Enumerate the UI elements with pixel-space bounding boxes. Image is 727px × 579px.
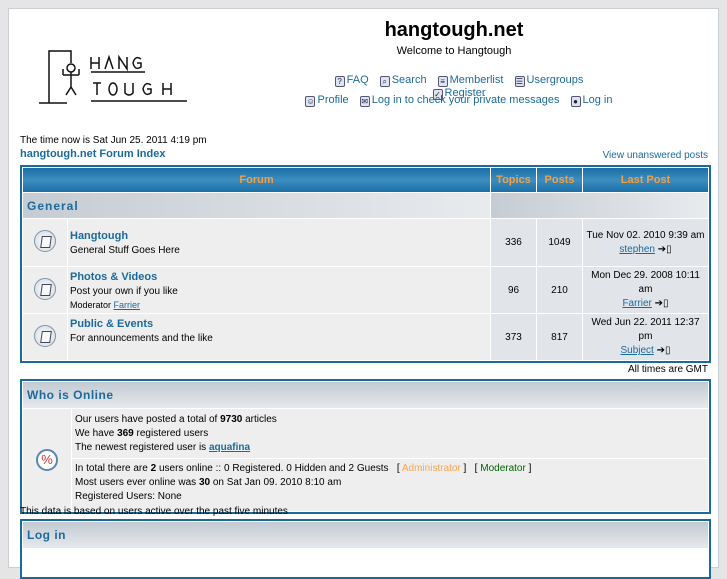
nav-login[interactable]: ● Log in: [570, 94, 613, 107]
category-row: General: [23, 193, 708, 218]
view-latest-post-icon[interactable]: ➔▯: [658, 244, 672, 255]
forum-link[interactable]: Photos & Videos: [70, 271, 157, 283]
topics-count: 336: [491, 219, 536, 266]
page-container: hangtough.net Welcome to Hangtough ? FAQ …: [8, 8, 719, 579]
hangman-logo-icon: [39, 50, 187, 104]
online-users-icon: %: [36, 449, 58, 471]
last-post-user[interactable]: stephen: [619, 244, 655, 255]
last-post-date: Mon Dec 29. 2008 10:11 am: [591, 270, 700, 295]
forum-link[interactable]: Hangtough: [70, 230, 128, 242]
newest-user-line: The newest registered user is aquafina: [75, 442, 251, 453]
messages-icon: ✉: [359, 96, 370, 107]
table-row: Hangtough General Stuff Goes Here 336 104…: [23, 219, 708, 266]
timezone-note: All times are GMT: [627, 364, 708, 375]
table-row: Public & Events For announcements and the…: [23, 314, 708, 360]
forum-description: Post your own if you like: [70, 285, 178, 297]
site-title: hangtough.net: [384, 19, 524, 41]
forum-link[interactable]: Public & Events: [70, 318, 153, 330]
registered-users-line: We have 369 registered users: [75, 428, 209, 439]
current-time: The time now is Sat Jun 25. 2011 4:19 pm: [20, 135, 207, 146]
memberlist-icon: ≡: [437, 76, 448, 87]
nav-row-2: ☺ Profile ✉ Log in to check your private m…: [289, 94, 629, 107]
registered-online-line: Registered Users: None: [75, 491, 182, 502]
moderator-link[interactable]: Farrier: [114, 300, 141, 310]
nav-private-messages[interactable]: ✉ Log in to check your private messages: [359, 94, 559, 107]
nav-search[interactable]: ⌕ Search: [379, 74, 427, 87]
posts-count: 210: [537, 267, 582, 313]
legend-administrator: Administrator: [401, 463, 461, 474]
search-icon: ⌕: [379, 76, 390, 87]
login-icon: ●: [570, 96, 581, 107]
forum-folder-icon: [34, 230, 56, 252]
forum-table: Forum Topics Posts Last Post General Han…: [20, 165, 711, 363]
legend-moderator: Moderator: [480, 463, 526, 474]
forum-folder-icon: [34, 277, 56, 300]
header-forum: Forum: [23, 168, 490, 192]
header-topics: Topics: [491, 168, 536, 192]
forum-description: For announcements and the like: [70, 333, 213, 344]
who-is-online-panel: Who is Online % Our users have posted a …: [20, 379, 711, 514]
nav-profile[interactable]: ☺ Profile: [305, 94, 349, 107]
table-row: Photos & Videos Post your own if you like…: [23, 267, 708, 313]
posts-count: 817: [537, 314, 582, 360]
login-title[interactable]: Log in: [27, 528, 66, 542]
view-unanswered-link[interactable]: View unanswered posts: [603, 150, 708, 161]
posts-count: 1049: [537, 219, 582, 266]
topics-count: 373: [491, 314, 536, 360]
users-online-line: In total there are 2 users online :: 0 R…: [75, 463, 532, 474]
last-post-user[interactable]: Subject: [620, 345, 653, 356]
view-latest-post-icon[interactable]: ➔▯: [655, 298, 669, 309]
usergroups-icon: ☰: [514, 76, 525, 87]
nav-memberlist[interactable]: ≡ Memberlist: [437, 74, 503, 87]
site-subtitle: Welcome to Hangtough: [396, 45, 512, 57]
newest-user-link[interactable]: aquafina: [209, 442, 250, 453]
site-logo[interactable]: [37, 47, 187, 110]
total-posts-line: Our users have posted a total of 9730 ar…: [75, 414, 277, 425]
last-post-user[interactable]: Farrier: [622, 298, 651, 309]
login-panel: Log in: [20, 519, 711, 579]
breadcrumb-forum-index[interactable]: hangtough.net Forum Index: [20, 148, 165, 160]
header-last-post: Last Post: [583, 168, 708, 192]
header-posts: Posts: [537, 168, 582, 192]
last-post-date: Tue Nov 02. 2010 9:39 am: [586, 229, 705, 241]
topics-count: 96: [491, 267, 536, 313]
nav-faq[interactable]: ? FAQ: [334, 74, 369, 87]
moderator-label: Moderator: [70, 299, 112, 310]
forum-description: General Stuff Goes Here: [70, 244, 180, 256]
online-data-note: This data is based on users active over …: [20, 506, 288, 517]
profile-icon: ☺: [305, 96, 316, 107]
most-online-line: Most users ever online was 30 on Sat Jan…: [75, 477, 342, 488]
view-latest-post-icon[interactable]: ➔▯: [657, 345, 671, 356]
last-post-date: Wed Jun 22. 2011 12:37 pm: [591, 317, 700, 342]
faq-icon: ?: [334, 76, 345, 87]
category-general[interactable]: General: [24, 199, 79, 213]
who-is-online-title[interactable]: Who is Online: [27, 388, 114, 402]
nav-usergroups[interactable]: ☰ Usergroups: [514, 74, 583, 87]
forum-folder-icon: [34, 324, 56, 347]
